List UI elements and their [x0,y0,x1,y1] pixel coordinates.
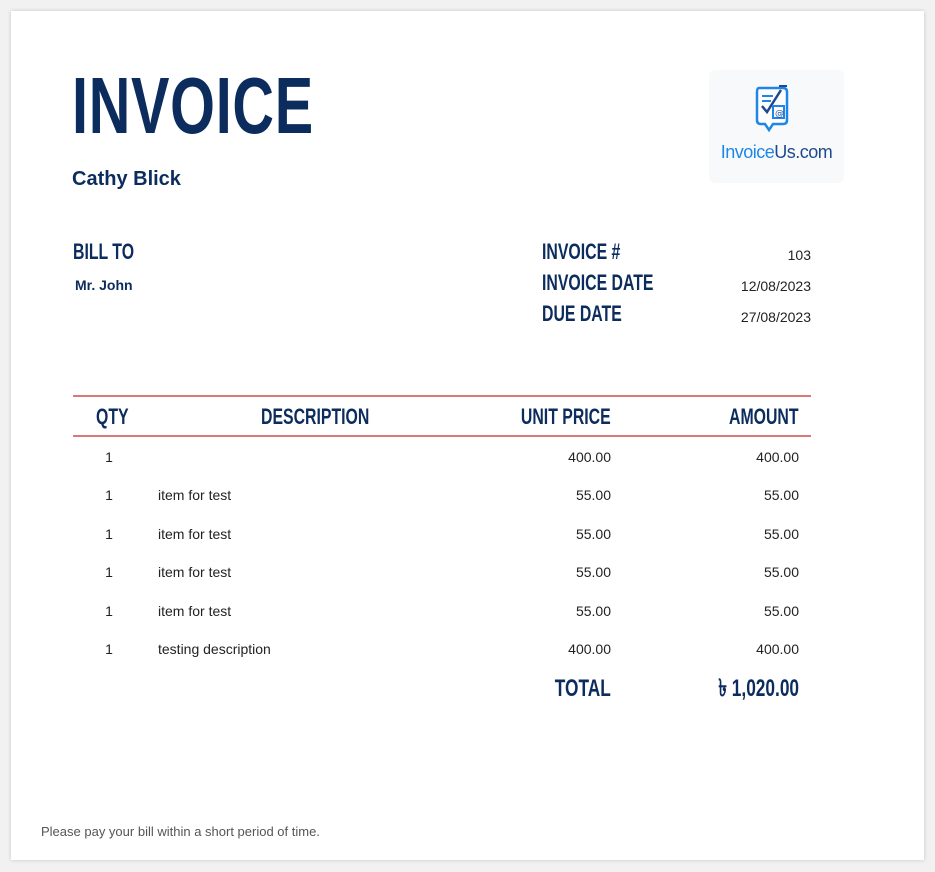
row-qty: 1 [105,526,113,542]
due-date-label: DUE DATE [542,301,622,326]
invoice-page: INVOICE Cathy Blick @ InvoiceUs.com BILL… [11,11,924,860]
table-row: 1 400.00 400.00 [11,447,924,467]
row-amount: 400.00 [756,641,799,657]
invoice-number-label: INVOICE # [542,239,621,264]
row-amount: 55.00 [763,526,799,542]
row-unit-price: 55.00 [575,603,611,619]
row-qty: 1 [105,449,113,465]
table-row: 1 item for test 55.00 55.00 [11,562,924,582]
header-qty: QTY [96,404,129,429]
row-unit-price: 400.00 [568,449,611,465]
invoice-number-value: 103 [787,247,811,263]
row-amount: 55.00 [763,564,799,580]
invoice-date-label: INVOICE DATE [542,270,654,295]
row-amount: 400.00 [756,449,799,465]
row-unit-price: 55.00 [575,526,611,542]
svg-text:@: @ [775,109,784,119]
row-unit-price: 55.00 [575,487,611,503]
header-unit-price: UNIT PRICE [521,404,611,429]
invoice-date-value: 12/08/2023 [740,278,811,294]
table-row: 1 testing description 400.00 400.00 [11,639,924,659]
bill-to-label: BILL TO [73,239,135,264]
total-label: TOTAL [555,675,611,702]
row-unit-price: 400.00 [568,641,611,657]
row-description: item for test [158,487,232,503]
row-unit-price: 55.00 [575,564,611,580]
header-description: DESCRIPTION [260,404,370,429]
row-description: testing description [158,641,271,657]
row-description: item for test [158,564,232,580]
row-description: item for test [158,526,232,542]
row-qty: 1 [105,641,113,657]
logo-wordmark: InvoiceUs.com [720,142,833,162]
header-amount: AMOUNT [729,404,799,429]
bill-to-name: Mr. John [75,277,133,293]
sender-name: Cathy Blick [72,168,181,190]
table-row: 1 item for test 55.00 55.00 [11,601,924,621]
due-date-value: 27/08/2023 [740,309,811,325]
invoice-document-icon: @ [755,85,789,133]
total-value: ৳ 1,020.00 [718,675,799,702]
row-amount: 55.00 [763,487,799,503]
footer-note: Please pay your bill within a short peri… [41,824,320,839]
company-logo: @ InvoiceUs.com [709,70,844,183]
table-row: 1 item for test 55.00 55.00 [11,485,924,505]
table-top-rule [73,395,811,397]
invoice-title: INVOICE [72,61,314,150]
row-qty: 1 [105,564,113,580]
row-qty: 1 [105,487,113,503]
row-amount: 55.00 [763,603,799,619]
row-qty: 1 [105,603,113,619]
table-header-rule [73,435,811,437]
table-row: 1 item for test 55.00 55.00 [11,524,924,544]
row-description: item for test [158,603,232,619]
